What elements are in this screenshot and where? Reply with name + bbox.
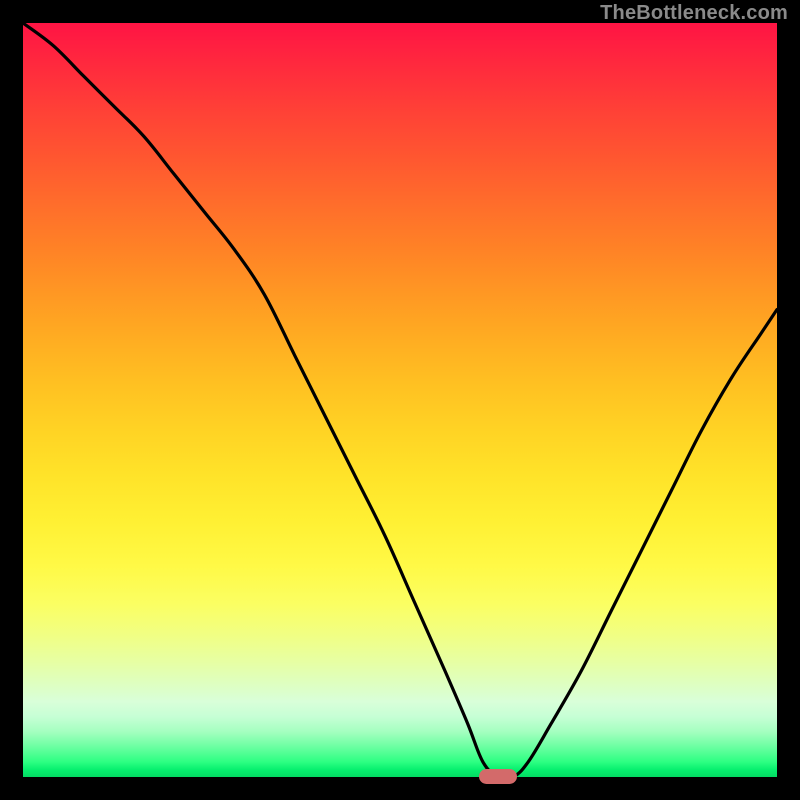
plot-area — [23, 23, 777, 777]
watermark-text: TheBottleneck.com — [600, 2, 788, 25]
chart-container: TheBottleneck.com — [0, 0, 800, 800]
curve-svg — [23, 23, 777, 777]
optimal-marker — [479, 769, 517, 784]
bottleneck-curve — [23, 23, 777, 779]
